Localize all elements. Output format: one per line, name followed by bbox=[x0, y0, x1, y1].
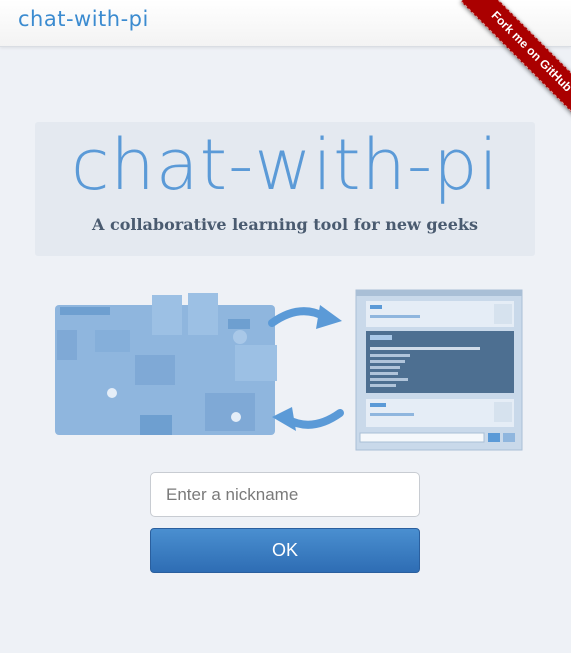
hero-subtitle: A collaborative learning tool for new ge… bbox=[92, 215, 478, 234]
hero-title: chat-with-pi bbox=[70, 124, 500, 206]
sync-arrows-icon bbox=[268, 305, 344, 431]
nickname-input[interactable] bbox=[150, 472, 420, 517]
pi-chat-illustration bbox=[55, 289, 523, 451]
hero-banner: chat-with-pi A collaborative learning to… bbox=[35, 122, 535, 256]
raspberry-pi-board-icon bbox=[55, 293, 277, 435]
ok-button[interactable]: OK bbox=[150, 528, 420, 573]
brand-link[interactable]: chat-with-pi bbox=[18, 7, 149, 31]
chat-window-preview bbox=[355, 289, 523, 451]
fork-on-github-ribbon[interactable]: Fork me on GitHub bbox=[460, 0, 571, 123]
